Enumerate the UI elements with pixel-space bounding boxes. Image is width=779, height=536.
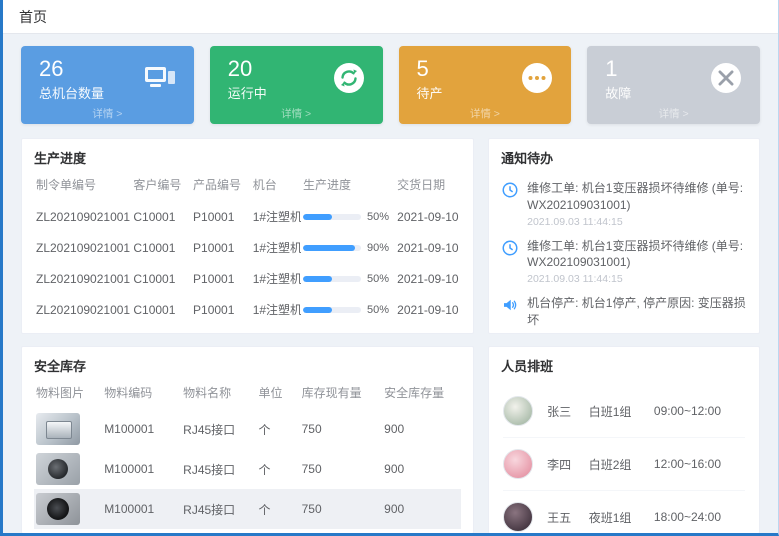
speaker-icon — [501, 296, 519, 314]
shift-time: 12:00~16:00 — [654, 457, 745, 471]
notice-text: 维修工单: 机台1变压器损坏待维修 (单号: WX202109031001) — [527, 238, 747, 272]
table-row[interactable]: ZL202109021001 C10001 P10001 1#注塑机 90% 2… — [34, 232, 461, 263]
avatar — [503, 502, 533, 532]
progress-bar — [303, 245, 361, 251]
material-image — [36, 453, 80, 485]
stat-card-pending[interactable]: 5 待产 详情 > — [399, 46, 572, 124]
machine-icon — [142, 60, 178, 96]
panel-title: 生产进度 — [22, 139, 473, 173]
stat-detail-link[interactable]: 详情 > — [210, 106, 383, 121]
schedule-list: 张三 白班1组 09:00~12:00 李四 白班2组 12:00~16:00 … — [489, 381, 759, 534]
stat-cards: 26 总机台数量 详情 > 20 运行中 — [21, 46, 760, 124]
table-header-row: 物料图片 物料编码 物料名称 单位 库存现有量 安全库存量 — [34, 381, 461, 409]
stat-detail-link[interactable]: 详情 > — [399, 106, 572, 121]
progress-bar — [303, 214, 361, 220]
progress-cell: 90% — [301, 235, 395, 261]
notice-item[interactable]: 维修工单: 机台1变压器损坏待维修 (单号: WX202109031001) 2… — [501, 233, 747, 291]
progress-bar — [303, 307, 361, 313]
running-icon — [331, 60, 367, 96]
table-row[interactable]: M100001 RJ45接口 个 750 900 — [34, 489, 461, 529]
avatar — [503, 449, 533, 479]
main-grid: 生产进度 制令单编号 客户编号 产品编号 机台 生产进度 交货日期 ZL2021… — [21, 138, 760, 534]
schedule-panel: 人员排班 张三 白班1组 09:00~12:00 李四 白班2组 12:00~1… — [488, 346, 760, 534]
table-header-row: 制令单编号 客户编号 产品编号 机台 生产进度 交货日期 — [34, 173, 461, 201]
table-row[interactable]: ZL202109021001 C10001 P10001 1#注塑机 50% 2… — [34, 201, 461, 232]
notices-list: 维修工单: 机台1变压器损坏待维修 (单号: WX202109031001) 2… — [489, 173, 759, 334]
material-image — [36, 493, 80, 525]
production-table: 制令单编号 客户编号 产品编号 机台 生产进度 交货日期 ZL202109021… — [22, 173, 473, 334]
progress-cell: 50% — [301, 266, 395, 292]
person-name: 王五 — [547, 509, 589, 526]
table-row[interactable]: ZL202109021001 C10001 P10001 1#注塑机 50% 2… — [34, 294, 461, 325]
dots-icon — [519, 60, 555, 96]
list-item: 张三 白班1组 09:00~12:00 — [503, 385, 745, 438]
list-item: 李四 白班2组 12:00~16:00 — [503, 438, 745, 491]
progress-bar — [303, 276, 361, 282]
notice-time: 2021.09.03 11:44:15 — [527, 273, 747, 285]
stat-card-total-machines[interactable]: 26 总机台数量 详情 > — [21, 46, 194, 124]
panel-title: 通知待办 — [489, 139, 759, 173]
shift-time: 18:00~24:00 — [654, 510, 745, 524]
table-row[interactable]: M100001 RJ45接口 个 750 900 — [34, 449, 461, 489]
progress-cell: 50% — [301, 328, 395, 335]
inventory-table: 物料图片 物料编码 物料名称 单位 库存现有量 安全库存量 M100001 RJ… — [22, 381, 473, 529]
notice-item[interactable]: 维修工单: 机台1变压器损坏待维修 (单号: WX202109031001) 2… — [501, 175, 747, 233]
top-bar: 首页 — [3, 0, 778, 34]
notice-time: 2021.09.03 11:44:15 — [527, 331, 747, 334]
panel-title: 安全库存 — [22, 347, 473, 381]
shift-label: 夜班1组 — [589, 509, 654, 526]
notice-text: 机台停产: 机台1停产, 停产原因: 变压器损坏 — [527, 295, 747, 329]
dashboard-page: 首页 26 总机台数量 详情 > 20 运行中 — [0, 0, 779, 536]
tab-home[interactable]: 首页 — [19, 7, 47, 27]
table-row[interactable]: M100001 RJ45接口 个 750 900 — [34, 409, 461, 449]
person-name: 李四 — [547, 456, 589, 473]
inventory-panel: 安全库存 物料图片 物料编码 物料名称 单位 库存现有量 安全库存量 M1000… — [21, 346, 474, 534]
stat-card-running[interactable]: 20 运行中 详情 > — [210, 46, 383, 124]
shift-label: 白班2组 — [589, 456, 654, 473]
panel-title: 人员排班 — [489, 347, 759, 381]
stat-detail-link[interactable]: 详情 > — [587, 106, 760, 121]
clock-icon — [501, 181, 519, 199]
stat-card-fault[interactable]: 1 故障 详情 > — [587, 46, 760, 124]
table-row[interactable]: ZL202109021001 C10001 P10001 1#注塑机 50% 2… — [34, 325, 461, 334]
shift-time: 09:00~12:00 — [654, 404, 745, 418]
person-name: 张三 — [547, 403, 589, 420]
notice-time: 2021.09.03 11:44:15 — [527, 216, 747, 228]
progress-cell: 50% — [301, 204, 395, 230]
progress-cell: 50% — [301, 297, 395, 323]
material-image — [36, 413, 80, 445]
table-row[interactable]: ZL202109021001 C10001 P10001 1#注塑机 50% 2… — [34, 263, 461, 294]
avatar — [503, 396, 533, 426]
list-item: 王五 夜班1组 18:00~24:00 — [503, 491, 745, 534]
clock-icon — [501, 239, 519, 257]
tools-icon — [708, 60, 744, 96]
notice-text: 维修工单: 机台1变压器损坏待维修 (单号: WX202109031001) — [527, 180, 747, 214]
notices-panel: 通知待办 维修工单: 机台1变压器损坏待维修 (单号: WX2021090310… — [488, 138, 760, 334]
shift-label: 白班1组 — [589, 403, 654, 420]
production-panel: 生产进度 制令单编号 客户编号 产品编号 机台 生产进度 交货日期 ZL2021… — [21, 138, 474, 334]
stat-detail-link[interactable]: 详情 > — [21, 106, 194, 121]
notice-item[interactable]: 机台停产: 机台1停产, 停产原因: 变压器损坏 2021.09.03 11:4… — [501, 290, 747, 334]
